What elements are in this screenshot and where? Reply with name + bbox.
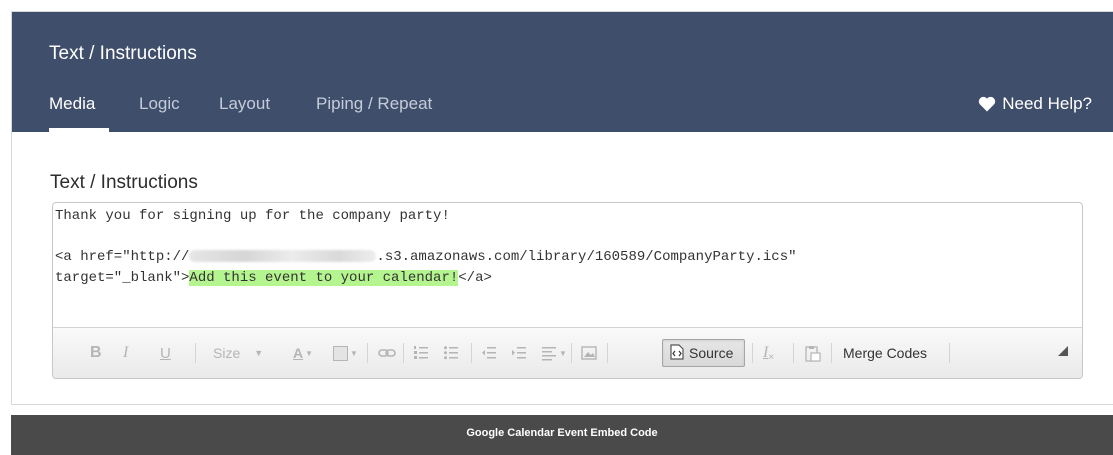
text-color-icon: A xyxy=(293,345,304,361)
background-color-icon xyxy=(333,345,348,361)
panel-title: Text / Instructions xyxy=(49,43,197,64)
code-line-3-prefix: <a href="http:// xyxy=(55,249,190,265)
chevron-down-icon: ▼ xyxy=(305,348,314,358)
caption-bar: Google Calendar Event Embed Code xyxy=(11,415,1113,455)
link-icon[interactable] xyxy=(378,342,396,364)
underline-button[interactable]: U xyxy=(160,342,171,364)
tab-piping-repeat[interactable]: Piping / Repeat xyxy=(316,94,432,114)
tab-media[interactable]: Media xyxy=(49,94,95,114)
source-textarea[interactable]: Thank you for signing up for the company… xyxy=(55,206,797,288)
toolbar-separator xyxy=(793,343,794,363)
code-line-3-suffix: .s3.amazonaws.com/library/160589/Company… xyxy=(376,249,797,265)
chevron-down-icon: ▼ xyxy=(254,348,264,358)
toolbar-separator xyxy=(831,343,832,363)
font-size-dropdown[interactable]: Size ▼ xyxy=(213,342,278,364)
need-help-label: Need Help? xyxy=(1002,94,1092,113)
code-line-4-suffix: </a> xyxy=(458,269,492,286)
bulleted-list-icon[interactable] xyxy=(443,342,459,364)
panel-header: Text / Instructions Media Logic Layout P… xyxy=(12,12,1113,132)
toolbar-separator xyxy=(403,343,404,363)
resize-handle-icon[interactable] xyxy=(1058,346,1068,356)
toolbar-separator xyxy=(195,343,196,363)
redacted-bucket-name xyxy=(189,250,377,263)
source-button[interactable]: Source xyxy=(662,339,745,367)
outdent-icon[interactable] xyxy=(481,342,497,364)
background-color-button[interactable]: ▼ xyxy=(333,342,358,364)
merge-codes-dropdown[interactable]: Merge Codes xyxy=(843,342,927,364)
indent-icon[interactable] xyxy=(511,342,527,364)
heart-icon xyxy=(978,96,996,112)
paste-from-word-icon[interactable] xyxy=(805,342,821,364)
source-button-label: Source xyxy=(689,345,734,361)
toolbar-separator xyxy=(367,343,368,363)
caption-title: Google Calendar Event Embed Code xyxy=(466,427,658,439)
toolbar-separator xyxy=(607,343,608,363)
toolbar-separator xyxy=(571,343,572,363)
toolbar-separator xyxy=(752,343,753,363)
remove-format-button[interactable]: I × xyxy=(763,342,774,364)
field-label: Text / Instructions xyxy=(50,172,198,193)
align-dropdown[interactable]: ▼ xyxy=(541,342,567,364)
source-icon xyxy=(670,343,684,363)
code-line-1: Thank you for signing up for the company… xyxy=(55,208,450,224)
text-color-button[interactable]: A ▼ xyxy=(293,342,313,364)
need-help-link[interactable]: Need Help? xyxy=(978,94,1092,114)
remove-format-x-icon: × xyxy=(768,351,775,363)
toolbar-separator xyxy=(949,343,950,363)
bold-button[interactable]: B xyxy=(90,342,102,364)
align-left-icon xyxy=(542,347,556,361)
code-line-4-prefix: target="_blank"> xyxy=(55,269,190,286)
tab-logic[interactable]: Logic xyxy=(139,94,180,114)
italic-button[interactable]: I xyxy=(123,342,128,364)
tab-layout[interactable]: Layout xyxy=(219,94,270,114)
image-icon[interactable] xyxy=(581,342,597,364)
chevron-down-icon: ▼ xyxy=(559,348,567,358)
toolbar-separator xyxy=(471,343,472,363)
editor-toolbar: B I U Size ▼ A ▼ ▼ ▼ Source I × Merge Co… xyxy=(53,327,1082,378)
numbered-list-icon[interactable] xyxy=(413,342,429,364)
font-size-label: Size xyxy=(213,345,241,361)
rich-text-editor[interactable]: Thank you for signing up for the company… xyxy=(52,202,1083,379)
question-editor-panel: Text / Instructions Media Logic Layout P… xyxy=(11,11,1113,405)
highlighted-link-text: Add this event to your calendar! xyxy=(189,269,459,286)
active-tab-indicator xyxy=(49,128,109,132)
chevron-down-icon: ▼ xyxy=(350,348,358,358)
